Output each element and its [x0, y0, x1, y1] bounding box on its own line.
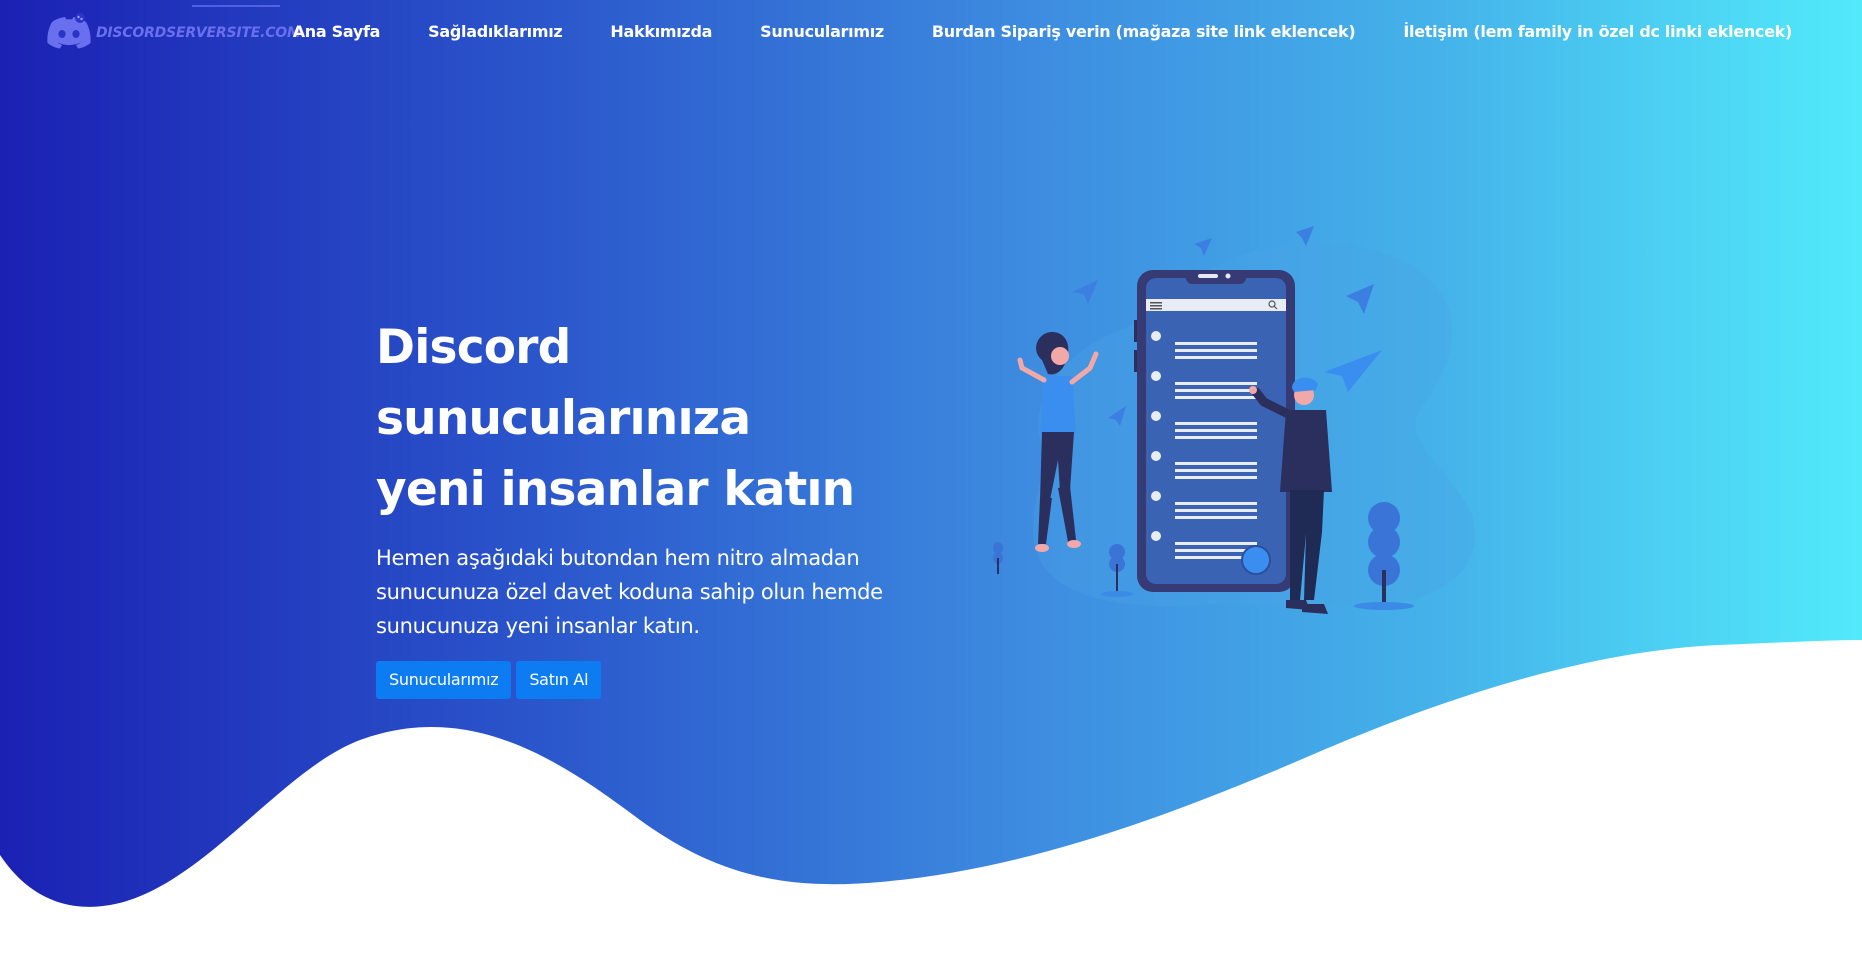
hero-title: Discord sunucularınıza yeni insanlar kat…: [376, 312, 936, 525]
phone-graphic: [1134, 270, 1295, 592]
buy-button[interactable]: Satın Al: [516, 661, 602, 699]
nav-item-sunucularimiz: Sunucularımız: [760, 22, 884, 41]
nav-link-sunucularimiz[interactable]: Sunucularımız: [760, 22, 884, 41]
hero-text-block: Discord sunucularınıza yeni insanlar kat…: [376, 312, 936, 699]
nav-item-iletisim: İletişim (lem family in özel dc linki ek…: [1403, 22, 1792, 41]
nav-link-hakkimizda[interactable]: Hakkımızda: [610, 22, 712, 41]
hero-section: DISCORDSERVERSITE.COM Ana Sayfa Sağladık…: [0, 0, 1862, 960]
nav-link-siparis[interactable]: Burdan Sipariş verin (mağaza site link e…: [932, 22, 1356, 41]
hero-buttons: Sunucularımız Satın Al: [376, 661, 936, 699]
hero-subtitle: Hemen aşağıdaki butondan hem nitro almad…: [376, 546, 883, 638]
servers-button[interactable]: Sunucularımız: [376, 661, 512, 699]
discord-logo-icon: [47, 13, 91, 49]
nav-link-ana-sayfa[interactable]: Ana Sayfa: [293, 22, 381, 41]
nav-item-sagladiklarimiz: Sağladıklarımız: [428, 22, 563, 41]
nav-item-hakkimizda: Hakkımızda: [610, 22, 712, 41]
navbar: DISCORDSERVERSITE.COM Ana Sayfa Sağladık…: [0, 0, 1862, 70]
nav-item-siparis: Burdan Sipariş verin (mağaza site link e…: [932, 22, 1356, 41]
hero-title-line-2: yeni insanlar katın: [376, 462, 855, 517]
nav-link-iletisim[interactable]: İletişim (lem family in özel dc linki ek…: [1403, 22, 1792, 41]
nav-menu: Ana Sayfa Sağladıklarımız Hakkımızda Sun…: [293, 22, 1793, 41]
logo-tagline-strip: [192, 5, 280, 7]
brand-logo-text: DISCORDSERVERSITE.COM: [96, 25, 301, 41]
nav-link-sagladiklarimiz[interactable]: Sağladıklarımız: [428, 22, 563, 41]
nav-item-ana-sayfa: Ana Sayfa: [293, 22, 381, 41]
brand-logo[interactable]: DISCORDSERVERSITE.COM: [46, 12, 301, 52]
people-phone-illustration: [993, 226, 1476, 614]
hero-title-line-1: Discord sunucularınıza: [376, 320, 751, 446]
